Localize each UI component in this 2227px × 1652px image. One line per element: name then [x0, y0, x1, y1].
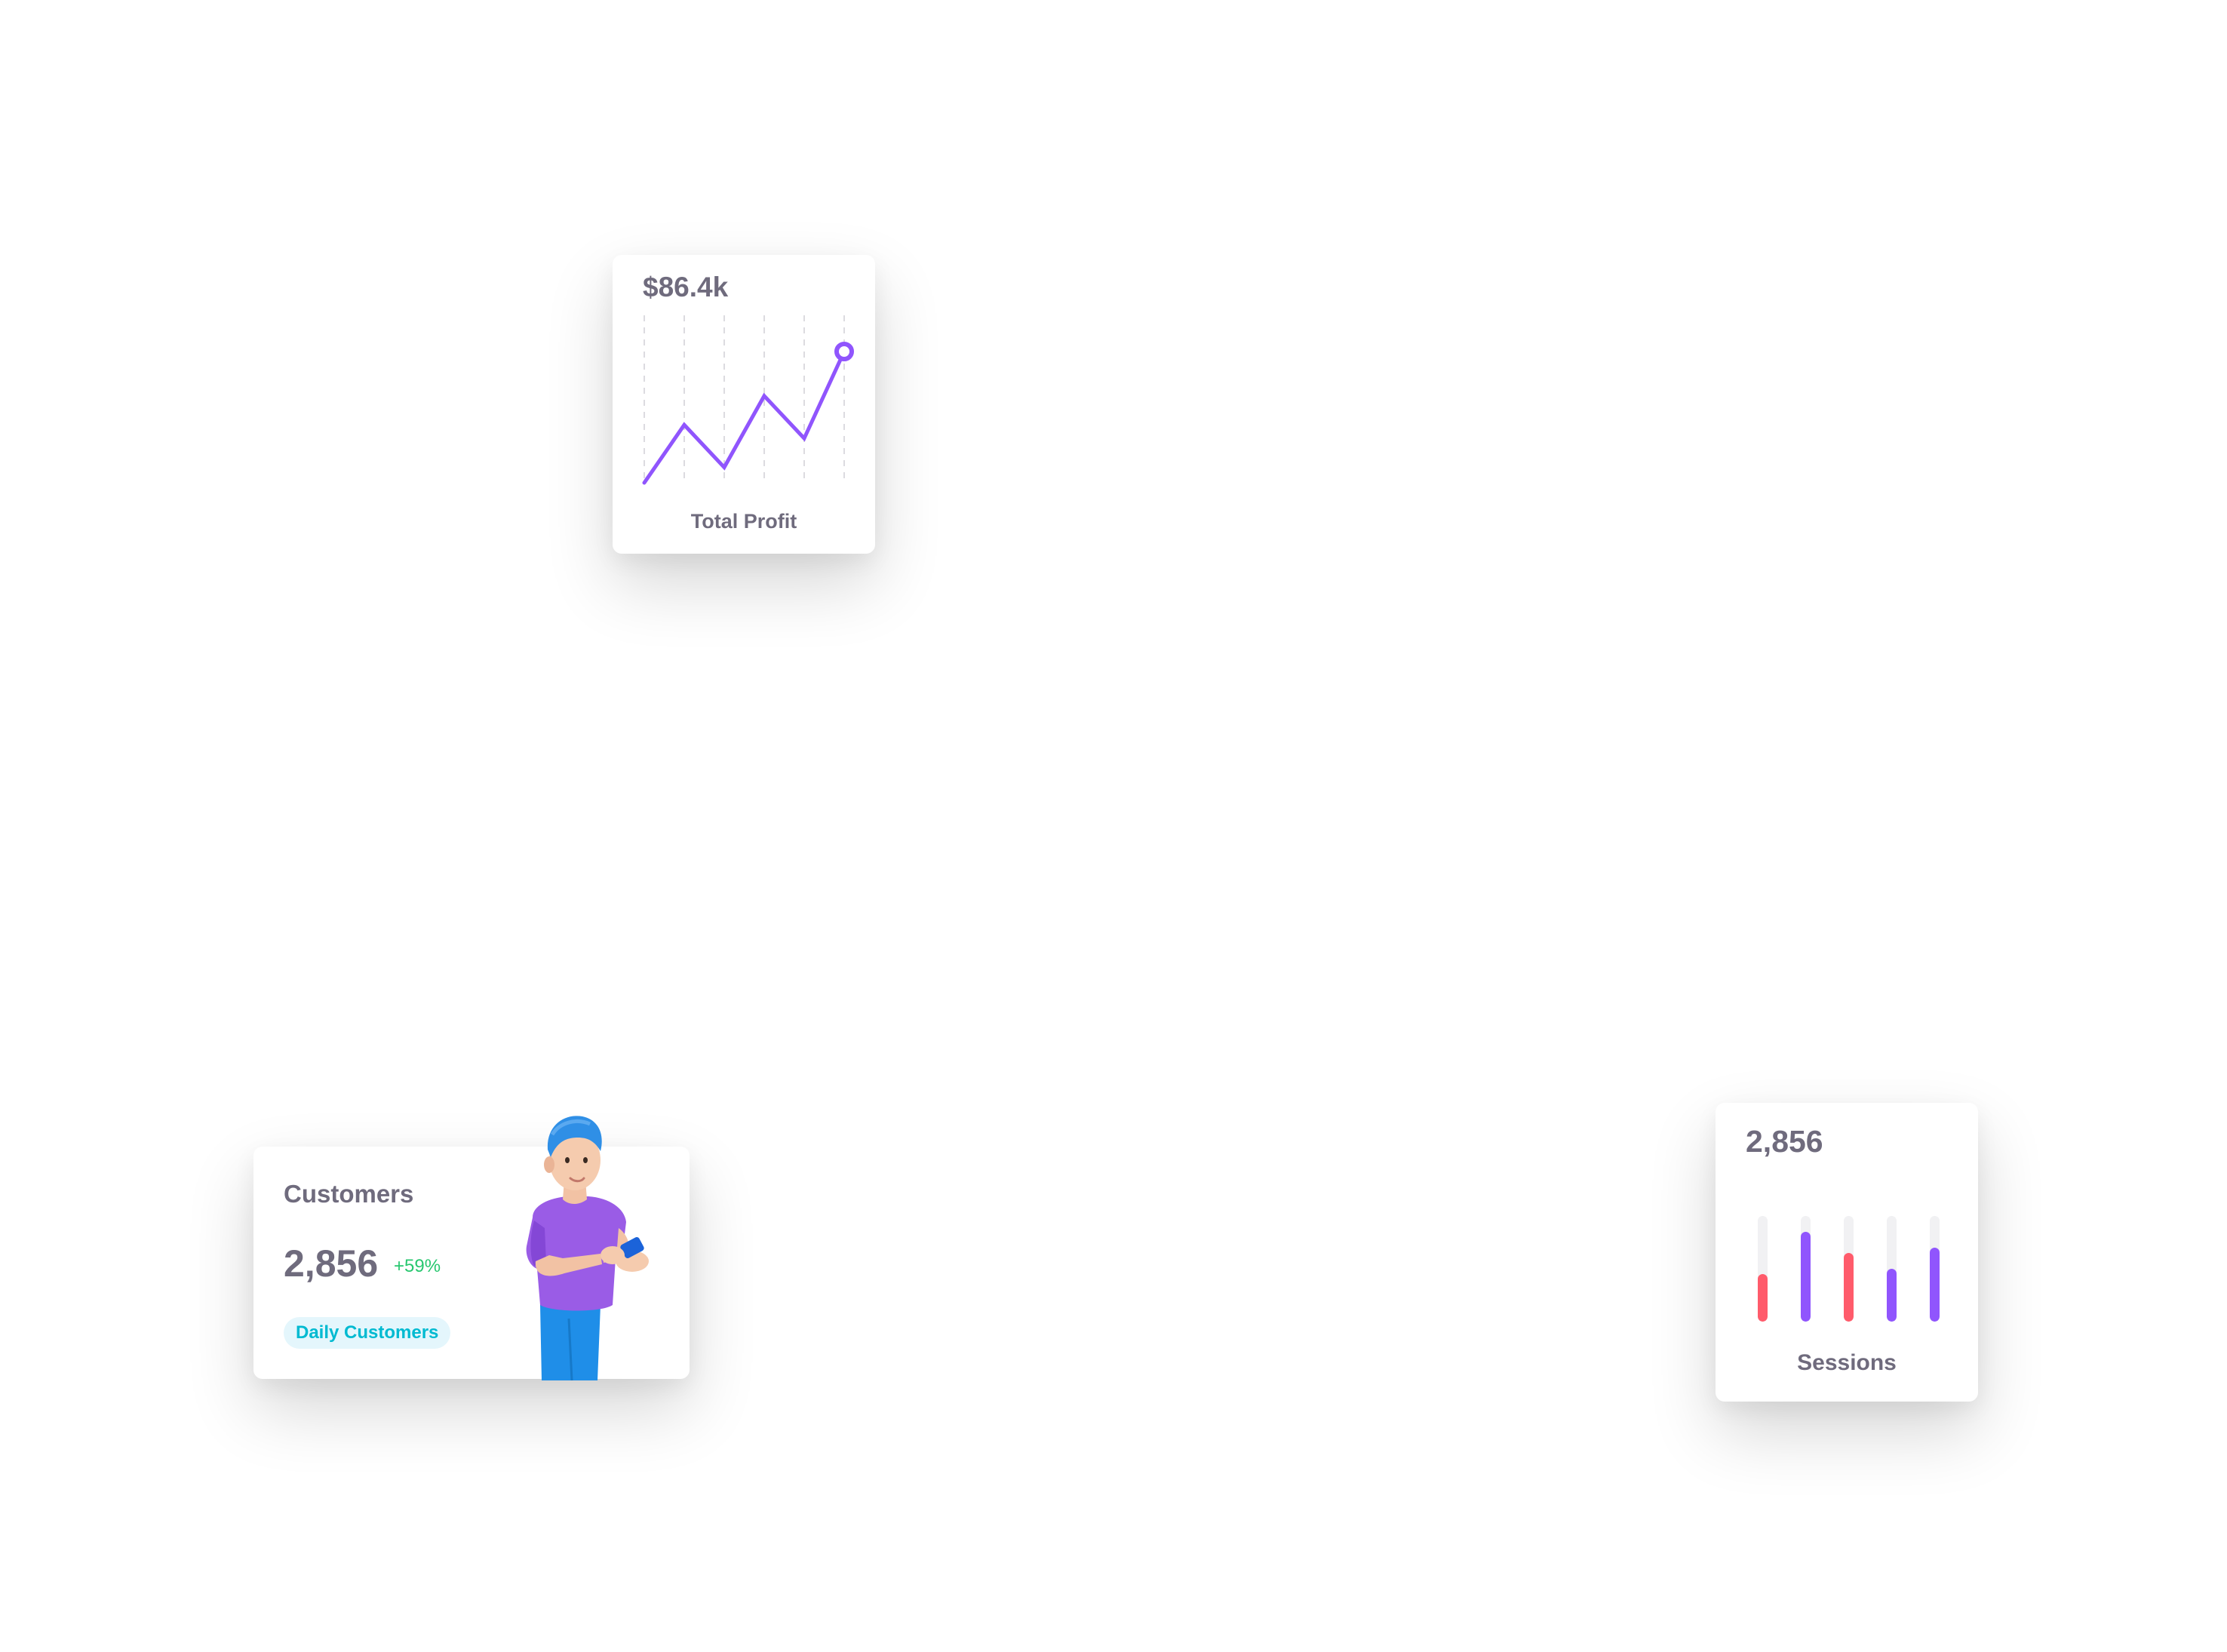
session-bar-track — [1930, 1216, 1940, 1322]
session-bar — [1758, 1274, 1768, 1322]
customers-growth: +59% — [394, 1256, 441, 1276]
session-bar — [1844, 1253, 1854, 1322]
customers-count: 2,856 — [284, 1242, 379, 1285]
daily-customers-badge: Daily Customers — [284, 1317, 451, 1349]
sessions-caption: Sessions — [1797, 1350, 1897, 1375]
session-bar — [1801, 1232, 1811, 1322]
session-bar — [1930, 1248, 1940, 1322]
customers-title: Customers — [284, 1180, 414, 1208]
session-bar-track — [1844, 1216, 1854, 1322]
sessions-card: 2,856 Sessions — [1716, 1103, 1978, 1402]
session-bar-track — [1887, 1216, 1897, 1322]
profit-caption: Total Profit — [690, 510, 797, 533]
sessions-bar-chart — [1758, 1216, 1948, 1322]
profit-series-line — [642, 349, 846, 485]
session-bar-track — [1801, 1216, 1811, 1322]
profit-line-chart — [642, 315, 854, 485]
sessions-count: 2,856 — [1746, 1124, 1823, 1159]
person-with-phone-illustration — [526, 1116, 649, 1380]
session-bar — [1887, 1269, 1897, 1322]
session-bar-track — [1758, 1216, 1768, 1322]
total-profit-card: $86.4k Total Profit — [613, 255, 875, 554]
profit-end-marker — [834, 342, 854, 361]
